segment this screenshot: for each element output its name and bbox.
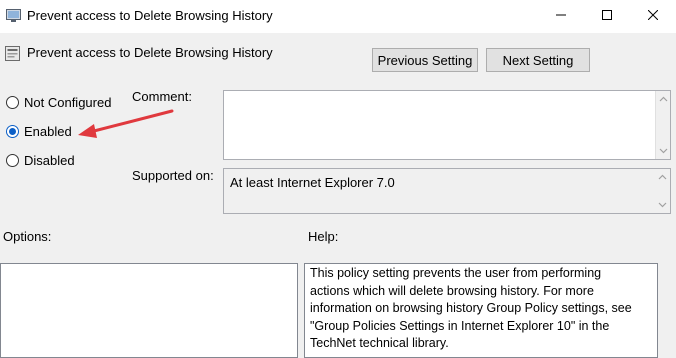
scroll-down-icon[interactable] — [658, 202, 667, 208]
radio-not-configured-button[interactable] — [6, 96, 19, 109]
annotation-arrow-icon — [78, 109, 174, 138]
options-panel[interactable] — [0, 263, 298, 358]
comment-scrollbar[interactable] — [655, 91, 670, 159]
minimize-icon — [556, 9, 566, 23]
radio-enabled-label: Enabled — [24, 124, 72, 139]
previous-setting-button[interactable]: Previous Setting — [372, 48, 478, 72]
help-line: This policy setting prevents the user fr… — [310, 266, 602, 280]
supported-on-field: At least Internet Explorer 7.0 — [223, 168, 671, 214]
options-label: Options: — [3, 229, 52, 244]
radio-disabled-label: Disabled — [24, 153, 75, 168]
supported-on-label: Supported on: — [132, 168, 214, 183]
help-line: information on browsing history Group Po… — [310, 301, 632, 315]
policy-icon — [5, 46, 20, 61]
scroll-up-icon[interactable] — [659, 96, 668, 102]
help-line: actions which will delete browsing histo… — [310, 283, 594, 298]
radio-enabled[interactable]: Enabled — [6, 124, 72, 139]
radio-disabled[interactable]: Disabled — [6, 153, 75, 168]
close-icon — [647, 9, 659, 23]
comment-field[interactable] — [223, 90, 671, 160]
window-title: Prevent access to Delete Browsing Histor… — [27, 8, 273, 23]
scroll-up-icon[interactable] — [658, 174, 667, 180]
help-text: This policy setting prevents the user fr… — [310, 265, 646, 353]
radio-enabled-button[interactable] — [6, 125, 19, 138]
help-line: TechNet technical library. — [310, 336, 449, 350]
help-line: "Group Policies Settings in Internet Exp… — [310, 318, 610, 333]
comment-label: Comment: — [132, 89, 192, 104]
supported-on-value: At least Internet Explorer 7.0 — [230, 175, 395, 190]
policy-setting-icon — [6, 9, 21, 23]
close-button[interactable] — [630, 0, 676, 32]
title-bar[interactable]: Prevent access to Delete Browsing Histor… — [0, 0, 676, 33]
maximize-button[interactable] — [584, 0, 630, 32]
policy-title: Prevent access to Delete Browsing Histor… — [27, 45, 273, 60]
scroll-down-icon[interactable] — [659, 148, 668, 154]
help-label: Help: — [308, 229, 339, 244]
help-scrollbar[interactable] — [658, 263, 676, 358]
minimize-button[interactable] — [538, 0, 584, 32]
next-setting-button[interactable]: Next Setting — [486, 48, 590, 72]
radio-disabled-button[interactable] — [6, 154, 19, 167]
supported-scrollbar[interactable] — [655, 169, 670, 213]
maximize-icon — [602, 9, 612, 23]
